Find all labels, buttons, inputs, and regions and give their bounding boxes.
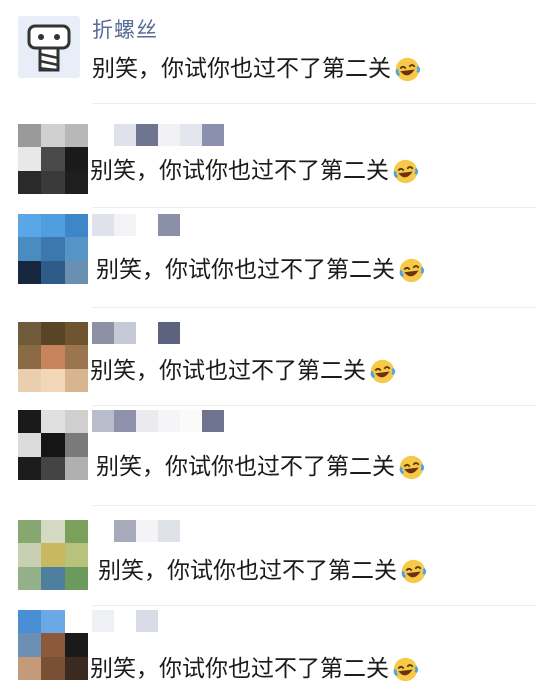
- comment-text: 别笑，你试你也过不了第二关: [96, 255, 425, 285]
- comment-body: 别笑，你试你也过不了第二关: [96, 454, 395, 480]
- comment-body: 别笑，你试你也过不了第二关: [92, 56, 391, 82]
- author-name[interactable]: [92, 124, 224, 146]
- author-name[interactable]: [92, 520, 180, 542]
- author-name[interactable]: [92, 214, 180, 236]
- rolling-on-floor-laughing-icon: [370, 359, 396, 383]
- comment-text: 别笑，你试你也过不了第二关: [90, 156, 419, 186]
- author-name[interactable]: 折螺丝: [92, 14, 158, 44]
- comment-item: 别笑，你试也过不了第二关: [0, 308, 536, 406]
- comment-item: 别笑，你试你也过不了第二关: [0, 606, 536, 698]
- comment-item: 别笑，你试你也过不了第二关: [0, 506, 536, 606]
- author-name[interactable]: [92, 610, 158, 632]
- rolling-on-floor-laughing-icon: [399, 258, 425, 282]
- comment-item: 别笑，你试你也过不了第二关: [0, 406, 536, 506]
- screw-robot-icon[interactable]: [18, 16, 80, 78]
- comment-body: 别笑，你试你也过不了第二关: [90, 656, 389, 682]
- comment-body: 别笑，你试你也过不了第二关: [90, 158, 389, 184]
- comment-text: 别笑，你试你也过不了第二关: [90, 654, 419, 684]
- comment-text: 别笑，你试也过不了第二关: [90, 356, 396, 386]
- rolling-on-floor-laughing-icon: [401, 559, 427, 583]
- author-name[interactable]: [92, 410, 224, 432]
- avatar[interactable]: [18, 520, 88, 590]
- comment-body: 别笑，你试也过不了第二关: [90, 358, 366, 384]
- comment-text: 别笑，你试你也过不了第二关: [92, 54, 421, 84]
- comment-text: 别笑，你试你也过不了第二关: [96, 452, 425, 482]
- avatar[interactable]: [18, 124, 88, 194]
- comment-body: 别笑，你试你也过不了第二关: [98, 558, 397, 584]
- comment-item: 别笑，你试你也过不了第二关: [0, 104, 536, 208]
- avatar[interactable]: [18, 322, 88, 392]
- rolling-on-floor-laughing-icon: [393, 657, 419, 681]
- rolling-on-floor-laughing-icon: [395, 57, 421, 81]
- comment-item: 别笑，你试你也过不了第二关: [0, 208, 536, 308]
- author-name[interactable]: [92, 322, 180, 344]
- comment-text: 别笑，你试你也过不了第二关: [98, 556, 427, 586]
- avatar[interactable]: [18, 410, 88, 480]
- comment-item: 折螺丝 别笑，你试你也过不了第二关: [0, 0, 536, 104]
- rolling-on-floor-laughing-icon: [399, 455, 425, 479]
- comment-body: 别笑，你试你也过不了第二关: [96, 257, 395, 283]
- comment-feed: 折螺丝 别笑，你试你也过不了第二关 别笑，你试你也过不了第二关 别笑，你试你也过…: [0, 0, 536, 698]
- avatar[interactable]: [18, 610, 88, 680]
- rolling-on-floor-laughing-icon: [393, 159, 419, 183]
- avatar[interactable]: [18, 214, 88, 284]
